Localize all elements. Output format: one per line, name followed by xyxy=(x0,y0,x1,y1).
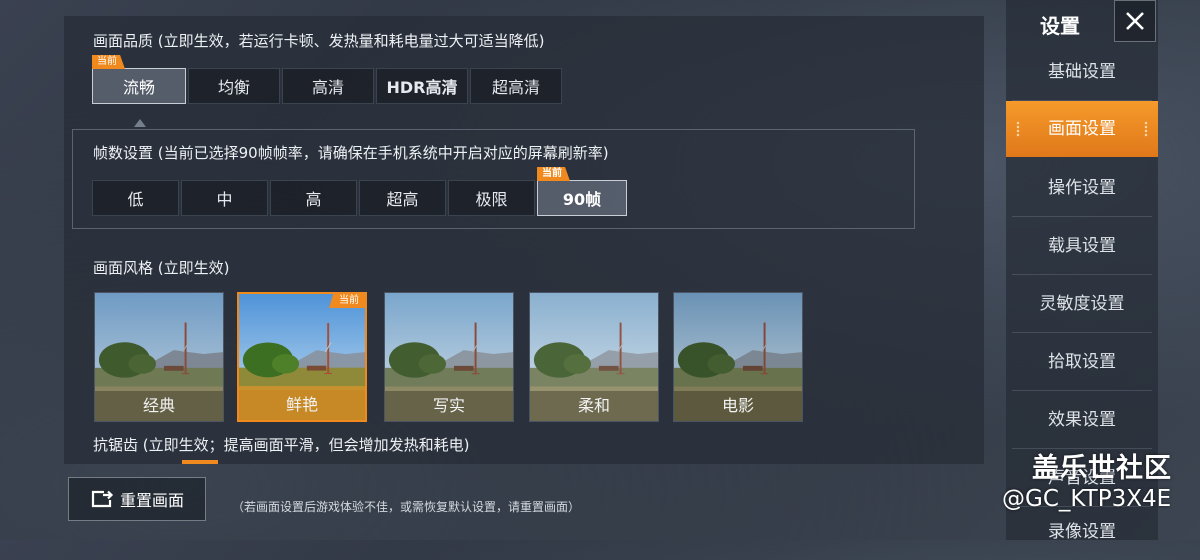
fps-options: 低 中 高 超高 极限 当前 90帧 xyxy=(92,167,629,216)
quality-option-label: 均衡 xyxy=(217,78,250,97)
sidebar-item-graphics[interactable]: 画面设置 xyxy=(1006,101,1158,157)
grip-icon xyxy=(1144,121,1148,137)
quality-option-balanced[interactable]: 均衡 xyxy=(188,68,280,104)
settings-title: 设置 xyxy=(1040,14,1080,38)
current-badge: 当前 xyxy=(329,294,365,308)
sidebar-item-basic[interactable]: 基础设置 xyxy=(1012,44,1152,101)
sidebar-item-recording[interactable]: 录像设置 xyxy=(1012,504,1152,560)
quality-option-label: 流畅 xyxy=(122,78,155,97)
fps-option-extreme[interactable]: 极限 xyxy=(448,180,535,216)
style-section-title: 画面风格 (立即生效) xyxy=(93,259,230,277)
quality-option-label: 超高清 xyxy=(491,78,540,97)
fps-option-low[interactable]: 低 xyxy=(92,180,179,216)
grip-icon xyxy=(1016,121,1020,137)
fps-option-90[interactable]: 当前 90帧 xyxy=(537,167,627,216)
reset-graphics-button[interactable]: 重置画面 xyxy=(68,477,206,521)
reset-hint-text: （若画面设置后游戏体验不佳，或需恢复默认设置，请重置画面） xyxy=(232,500,581,514)
fps-option-medium[interactable]: 中 xyxy=(181,180,268,216)
watermark-community: 盖乐世社区 xyxy=(1032,453,1172,484)
style-card-label: 写实 xyxy=(385,391,513,421)
quality-option-label: HDR高清 xyxy=(386,78,458,97)
fps-option-label: 90帧 xyxy=(562,190,602,209)
fps-option-label: 高 xyxy=(305,190,322,209)
quality-section-title: 画面品质 (立即生效，若运行卡顿、发热量和耗电量过大可适当降低) xyxy=(93,32,545,50)
close-button[interactable] xyxy=(1114,0,1156,42)
style-card-label: 柔和 xyxy=(530,391,658,421)
style-card-realistic[interactable]: 写实 xyxy=(384,292,514,422)
style-card-label: 电影 xyxy=(674,391,802,421)
sidebar-item-vehicle[interactable]: 载具设置 xyxy=(1012,218,1152,275)
fps-option-label: 超高 xyxy=(386,190,419,209)
quality-option-hdr[interactable]: HDR高清 xyxy=(376,68,468,104)
quality-option-label: 高清 xyxy=(311,78,344,97)
sidebar-item-effects[interactable]: 效果设置 xyxy=(1012,392,1152,449)
current-badge: 当前 xyxy=(537,167,570,181)
graphics-settings-panel: 画面品质 (立即生效，若运行卡顿、发热量和耗电量过大可适当降低) 当前 流畅 均… xyxy=(64,16,984,464)
quality-option-hd[interactable]: 高清 xyxy=(282,68,374,104)
sidebar-item-label: 画面设置 xyxy=(1048,119,1116,139)
fps-option-label: 极限 xyxy=(475,190,508,209)
style-card-label: 经典 xyxy=(95,391,223,421)
sidebar-item-pickup[interactable]: 拾取设置 xyxy=(1012,334,1152,391)
style-card-classic[interactable]: 经典 xyxy=(94,292,224,422)
reset-icon xyxy=(91,490,114,508)
watermark-user-handle: @GC_KTP3X4E xyxy=(1002,486,1172,512)
fps-option-label: 中 xyxy=(216,190,233,209)
close-icon xyxy=(1126,12,1144,30)
quality-options: 当前 流畅 均衡 高清 HDR高清 超高清 xyxy=(92,55,564,104)
fps-section-title: 帧数设置 (当前已选择90帧帧率，请确保在手机系统中开启对应的屏幕刷新率) xyxy=(93,144,609,162)
quality-option-ultra-hd[interactable]: 超高清 xyxy=(470,68,562,104)
sidebar-item-controls[interactable]: 操作设置 xyxy=(1012,160,1152,217)
reset-graphics-label: 重置画面 xyxy=(119,491,184,510)
style-card-vivid[interactable]: 当前 鲜艳 xyxy=(237,292,367,422)
sidebar-item-sensitivity[interactable]: 灵敏度设置 xyxy=(1012,276,1152,333)
fps-option-high[interactable]: 高 xyxy=(270,180,357,216)
sidebar-header: 设置 xyxy=(1006,0,1158,44)
fps-option-ultra[interactable]: 超高 xyxy=(359,180,446,216)
fps-option-label: 低 xyxy=(127,190,144,209)
quality-option-smooth[interactable]: 当前 流畅 xyxy=(92,55,186,104)
submenu-pointer xyxy=(134,119,146,127)
style-card-label: 鲜艳 xyxy=(239,390,365,420)
antialias-section-title: 抗锯齿 (立即生效；提高画面平滑，但会增加发热和耗电) xyxy=(93,436,470,454)
current-badge-partial xyxy=(182,460,218,464)
style-card-soft[interactable]: 柔和 xyxy=(529,292,659,422)
current-badge: 当前 xyxy=(92,55,125,69)
fps-settings-box: 帧数设置 (当前已选择90帧帧率，请确保在手机系统中开启对应的屏幕刷新率) 低 … xyxy=(72,129,915,229)
style-card-cinematic[interactable]: 电影 xyxy=(673,292,803,422)
